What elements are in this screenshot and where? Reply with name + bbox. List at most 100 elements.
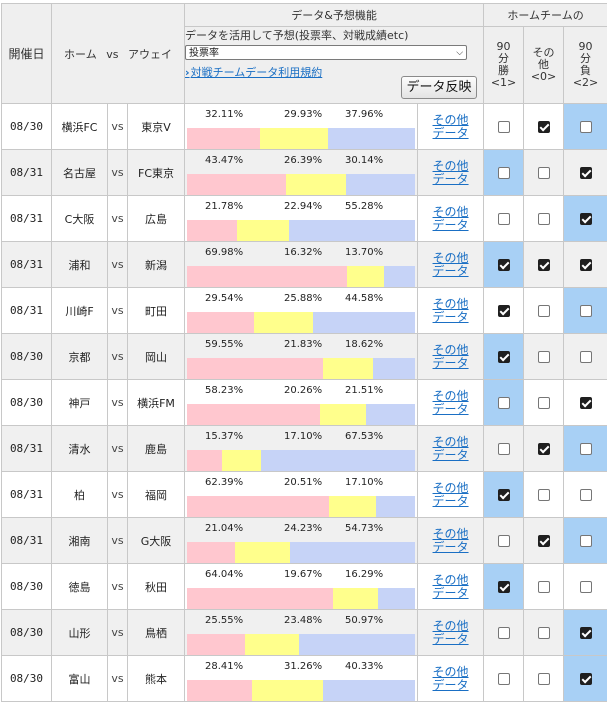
lose-checkbox[interactable] (579, 673, 592, 685)
header-col-other-l3: <0> (530, 70, 557, 83)
win-checkbox[interactable] (497, 627, 510, 639)
lose-checkbox[interactable] (579, 305, 592, 317)
lose-checkbox[interactable] (579, 535, 592, 547)
data-reflect-button[interactable]: データ反映 (401, 76, 478, 99)
other-checkbox[interactable] (537, 213, 550, 225)
home-team: 名古屋 (51, 149, 108, 196)
win-checkbox[interactable] (497, 121, 510, 133)
win-checkbox[interactable] (497, 443, 510, 455)
lose-checkbox[interactable] (579, 397, 592, 409)
home-win-bar (187, 496, 330, 517)
other-data-link-l1: その他 (432, 250, 469, 265)
lose-checkbox[interactable] (579, 581, 592, 593)
win-cell (483, 103, 525, 150)
lose-cell (563, 471, 607, 518)
other-data-link[interactable]: その他 データ (433, 113, 469, 140)
other-checkbox[interactable] (537, 673, 550, 685)
away-win-rate: 21.51% (345, 385, 384, 396)
other-data-link[interactable]: その他 データ (433, 343, 469, 370)
lose-checkbox[interactable] (579, 121, 592, 133)
lose-cell (563, 241, 607, 288)
home-win-bar (187, 588, 334, 609)
other-checkbox[interactable] (537, 305, 550, 317)
other-data-link-l1: その他 (432, 480, 469, 495)
other-data-link[interactable]: その他 データ (432, 619, 469, 646)
away-win-bar (377, 588, 416, 609)
other-cell (523, 241, 565, 288)
other-data-link[interactable]: その他 データ (433, 297, 469, 324)
other-data-link-l2: データ (432, 447, 469, 462)
lose-checkbox[interactable] (579, 213, 592, 225)
lose-checkbox[interactable] (579, 627, 592, 639)
win-checkbox[interactable] (497, 489, 510, 501)
away-win-bar (328, 128, 416, 149)
other-checkbox[interactable] (537, 443, 550, 455)
match-date: 08/30 (1, 609, 52, 656)
other-data-link[interactable]: その他 データ (432, 480, 469, 508)
other-data-link[interactable]: その他 データ (432, 435, 469, 462)
other-data-link-l2: データ (432, 631, 469, 646)
other-data-link[interactable]: その他 データ (433, 389, 469, 416)
other-checkbox[interactable] (537, 535, 550, 547)
vote-rate-bar (187, 450, 415, 471)
table-row: 08/31 湘南 vs G大阪 21.04% 24.23% 54.73% その他 データ (1, 517, 607, 564)
win-checkbox[interactable] (497, 213, 510, 225)
data-source-select[interactable]: 投票率 ⌵ (185, 45, 468, 60)
draw-bar (236, 220, 289, 241)
win-checkbox[interactable] (497, 673, 510, 685)
win-checkbox[interactable] (497, 581, 510, 593)
lose-checkbox[interactable] (579, 443, 592, 455)
match-date: 08/30 (1, 655, 52, 702)
away-team: 横浜FM (126, 379, 186, 426)
other-data-link-l1: その他 (432, 572, 469, 587)
win-checkbox[interactable] (497, 305, 510, 317)
other-checkbox[interactable] (537, 627, 550, 639)
draw-bar (254, 312, 314, 333)
win-cell (483, 471, 525, 518)
other-data-link[interactable]: その他 データ (432, 250, 469, 278)
other-data-link[interactable]: その他 データ (433, 527, 469, 554)
other-data-link[interactable]: その他 データ (432, 572, 469, 600)
away-team: 新潟 (126, 241, 186, 288)
other-data-link[interactable]: その他 データ (433, 665, 469, 692)
vote-rate-bar (187, 680, 415, 701)
other-checkbox[interactable] (537, 121, 550, 133)
home-win-rate: 28.41% (205, 661, 244, 672)
other-checkbox[interactable] (537, 489, 550, 501)
other-checkbox[interactable] (537, 259, 550, 271)
lose-checkbox[interactable] (579, 167, 592, 179)
table-row: 08/31 名古屋 vs FC東京 43.47% 26.39% 30.14% その他 データ (1, 149, 607, 196)
home-win-bar (187, 450, 223, 471)
other-data-link[interactable]: その他 データ (433, 159, 469, 186)
home-team: 横浜FC (51, 103, 108, 150)
lose-checkbox[interactable] (579, 489, 592, 501)
other-checkbox[interactable] (537, 397, 550, 409)
draw-bar (260, 128, 329, 149)
other-data-link[interactable]: その他 データ (433, 205, 469, 232)
win-checkbox[interactable] (497, 397, 510, 409)
away-team: G大阪 (126, 517, 186, 564)
home-win-rate: 64.04% (205, 569, 244, 580)
vote-rate-numbers: 25.55% 23.48% 50.97% (185, 615, 417, 629)
other-cell (523, 471, 565, 518)
win-checkbox[interactable] (497, 259, 510, 271)
away-win-rate: 30.14% (345, 155, 384, 166)
other-checkbox[interactable] (537, 167, 550, 179)
lose-checkbox[interactable] (579, 259, 592, 271)
match-date: 08/31 (1, 195, 52, 242)
lose-checkbox[interactable] (579, 351, 592, 363)
win-checkbox[interactable] (497, 167, 510, 179)
home-win-bar (187, 542, 235, 563)
other-checkbox[interactable] (537, 351, 550, 363)
draw-rate: 17.10% (284, 431, 323, 442)
win-checkbox[interactable] (497, 351, 510, 363)
draw-bar (286, 174, 347, 195)
vs-label: vs (107, 241, 128, 288)
win-cell (483, 655, 525, 702)
other-checkbox[interactable] (537, 581, 550, 593)
header-col-win: 90 分 勝 <1> (483, 26, 525, 104)
other-cell (523, 333, 565, 380)
win-cell (483, 149, 525, 196)
home-team: 京都 (51, 333, 108, 380)
win-checkbox[interactable] (497, 535, 510, 547)
